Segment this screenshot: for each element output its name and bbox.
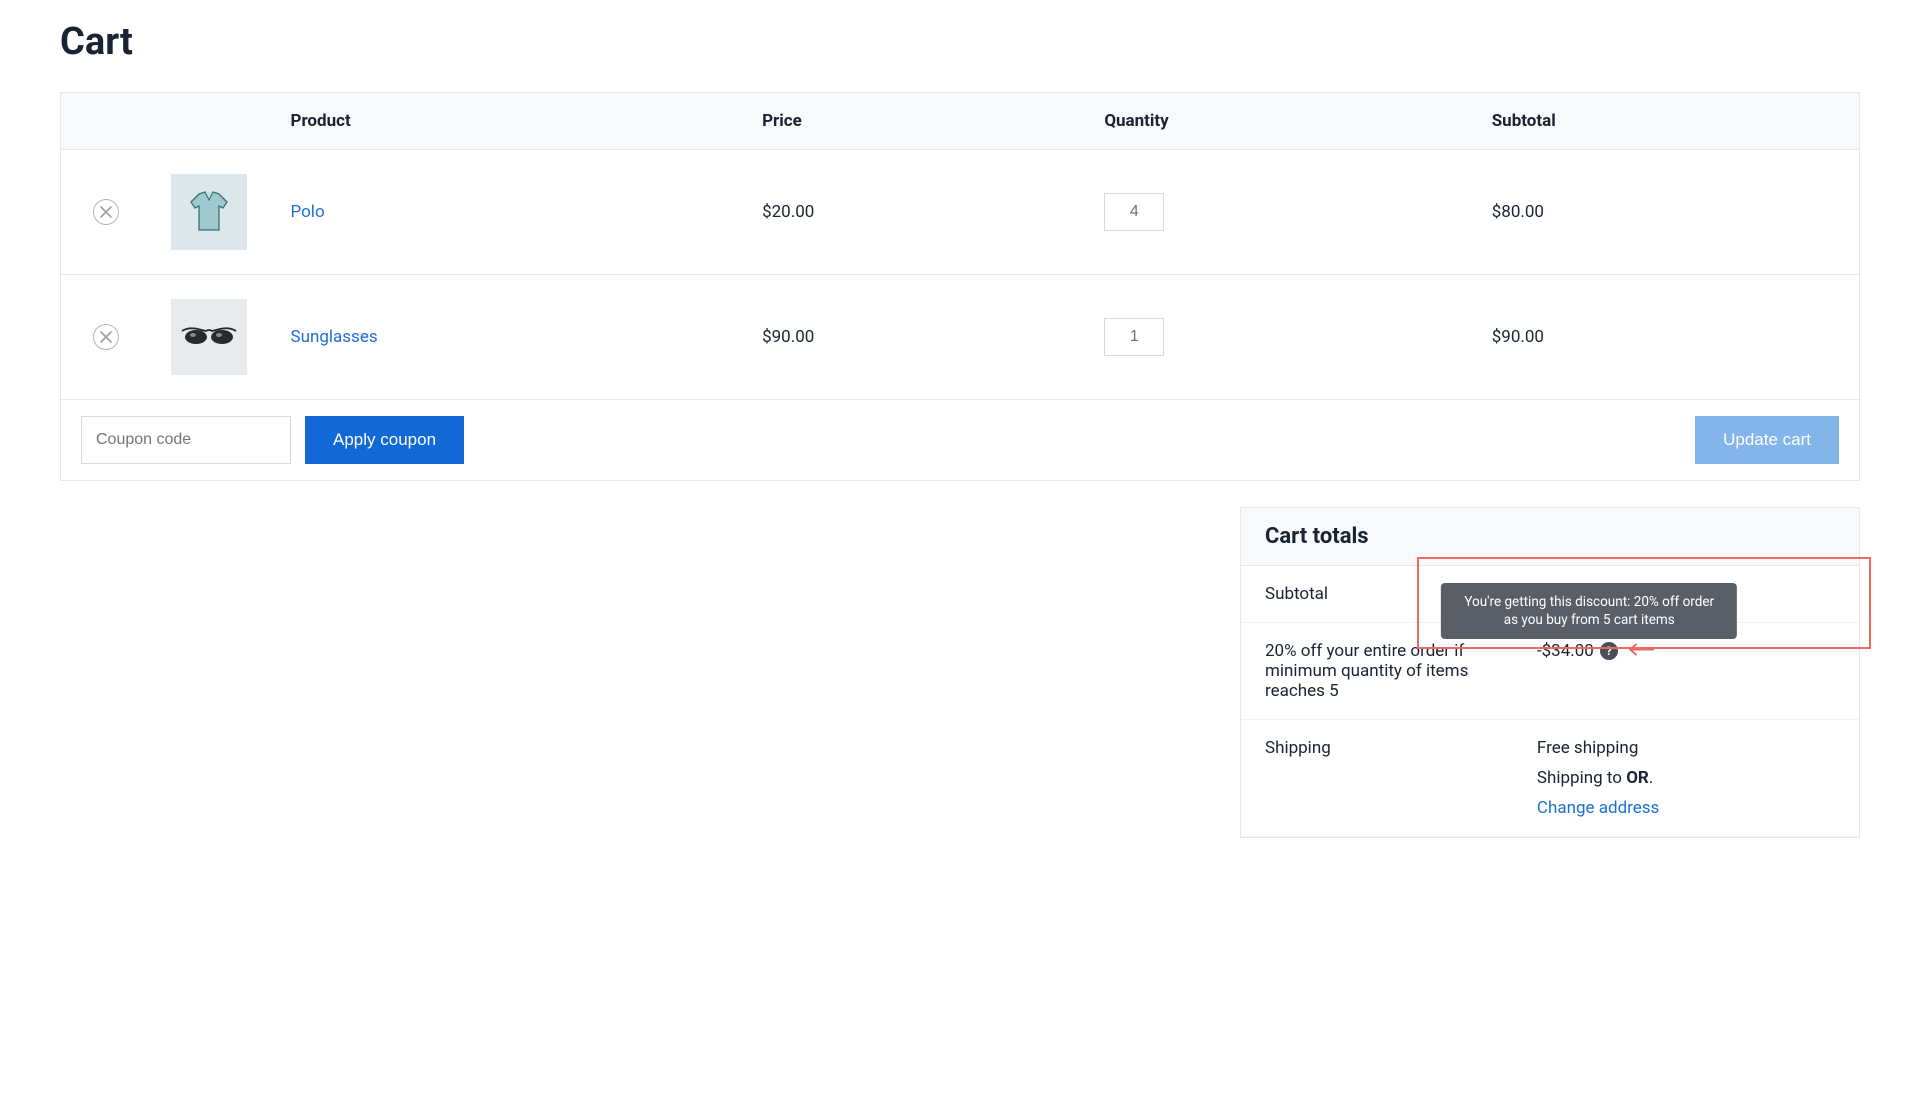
discount-tooltip: You're getting this discount: 20% off or… bbox=[1441, 583, 1737, 639]
close-icon bbox=[100, 331, 112, 343]
col-header-remove bbox=[61, 93, 151, 150]
close-icon bbox=[100, 206, 112, 218]
page-title: Cart bbox=[60, 20, 1860, 64]
actions-row: Apply coupon Update cart bbox=[61, 400, 1860, 481]
product-price: $20.00 bbox=[742, 150, 1084, 275]
product-price: $90.00 bbox=[742, 275, 1084, 400]
shipping-destination: Shipping to OR. bbox=[1537, 768, 1835, 788]
apply-coupon-button[interactable]: Apply coupon bbox=[305, 416, 464, 464]
quantity-input[interactable] bbox=[1104, 318, 1164, 356]
help-icon[interactable]: ? bbox=[1600, 642, 1618, 660]
cart-totals-heading: Cart totals bbox=[1265, 524, 1835, 549]
sunglasses-icon bbox=[180, 325, 238, 349]
discount-amount: -$34.00 bbox=[1537, 641, 1594, 661]
shipping-label: Shipping bbox=[1241, 720, 1513, 837]
remove-item-button[interactable] bbox=[93, 324, 119, 350]
product-link[interactable]: Polo bbox=[291, 202, 325, 222]
col-header-product: Product bbox=[271, 93, 743, 150]
table-row: Polo $20.00 $80.00 bbox=[61, 150, 1860, 275]
table-row: Sunglasses $90.00 $90.00 bbox=[61, 275, 1860, 400]
polo-shirt-icon bbox=[183, 186, 235, 238]
annotation-arrow-icon bbox=[1624, 641, 1654, 662]
shipping-method: Free shipping bbox=[1537, 738, 1835, 758]
product-thumbnail[interactable] bbox=[171, 174, 247, 250]
product-link[interactable]: Sunglasses bbox=[291, 327, 378, 347]
col-header-thumb bbox=[151, 93, 271, 150]
update-cart-button[interactable]: Update cart bbox=[1695, 416, 1839, 464]
product-subtotal: $90.00 bbox=[1472, 275, 1860, 400]
product-subtotal: $80.00 bbox=[1472, 150, 1860, 275]
product-thumbnail[interactable] bbox=[171, 299, 247, 375]
remove-item-button[interactable] bbox=[93, 199, 119, 225]
col-header-subtotal: Subtotal bbox=[1472, 93, 1860, 150]
col-header-quantity: Quantity bbox=[1084, 93, 1471, 150]
cart-table: Product Price Quantity Subtotal bbox=[60, 92, 1860, 481]
col-header-price: Price bbox=[742, 93, 1084, 150]
quantity-input[interactable] bbox=[1104, 193, 1164, 231]
coupon-input[interactable] bbox=[81, 416, 291, 464]
change-address-link[interactable]: Change address bbox=[1537, 798, 1659, 818]
cart-totals-panel: Cart totals Subtotal 20% off your entire… bbox=[1240, 507, 1860, 838]
